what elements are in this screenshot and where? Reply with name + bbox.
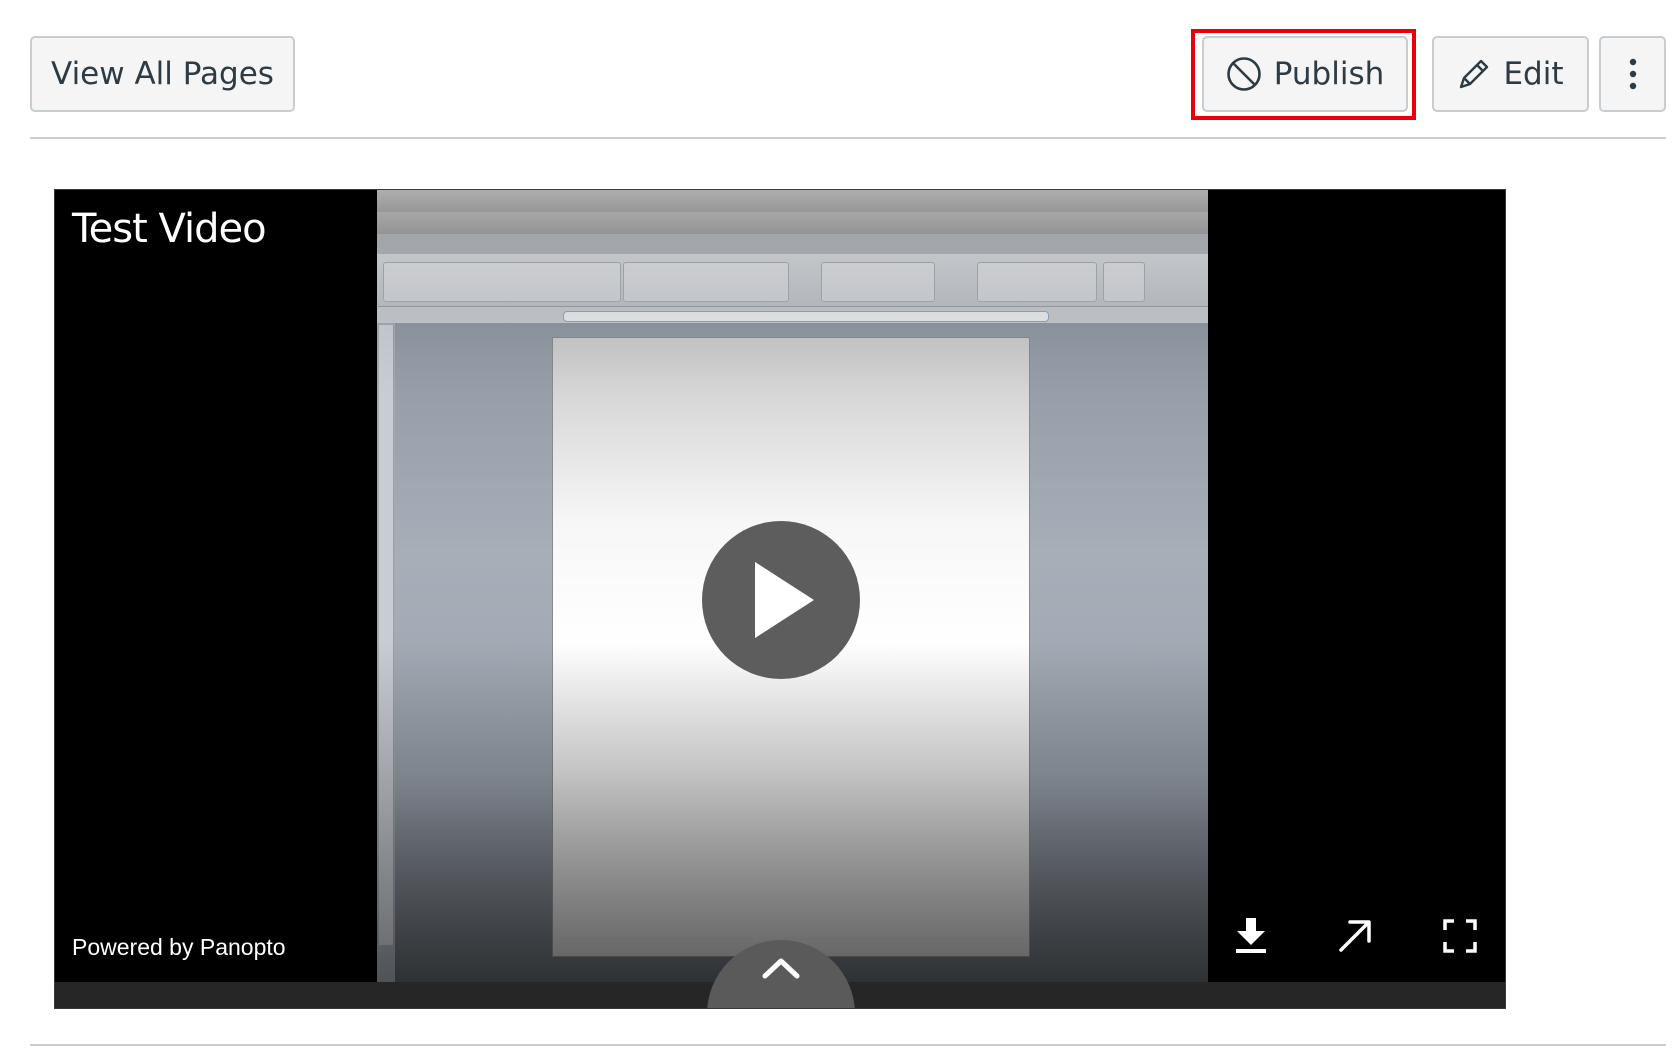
more-options-button[interactable] (1599, 36, 1666, 112)
fullscreen-button[interactable] (1440, 916, 1480, 956)
header-divider (30, 137, 1666, 139)
publish-button[interactable]: Publish (1202, 36, 1408, 112)
play-button[interactable] (702, 521, 860, 679)
panopto-video-player[interactable]: Test Video Powered by Panopto (54, 189, 1506, 1009)
video-title: Test Video (72, 206, 267, 252)
pencil-icon (1457, 57, 1491, 91)
unpublished-icon (1226, 56, 1262, 92)
view-all-pages-button[interactable]: View All Pages (30, 36, 295, 112)
arrow-up-right-icon (1339, 920, 1371, 952)
view-all-pages-label: View All Pages (51, 56, 274, 92)
footer-divider (30, 1044, 1666, 1046)
download-icon (1236, 918, 1266, 953)
publish-label: Publish (1273, 56, 1385, 92)
edit-button[interactable]: Edit (1432, 36, 1589, 112)
powered-by-panopto[interactable]: Powered by Panopto (72, 934, 286, 961)
kebab-menu-icon (1628, 57, 1638, 91)
popout-button[interactable] (1335, 916, 1375, 956)
download-button[interactable] (1231, 916, 1271, 956)
fullscreen-icon (1443, 919, 1477, 953)
play-icon (755, 562, 814, 638)
edit-label: Edit (1503, 56, 1564, 92)
chevron-up-icon (762, 958, 800, 979)
